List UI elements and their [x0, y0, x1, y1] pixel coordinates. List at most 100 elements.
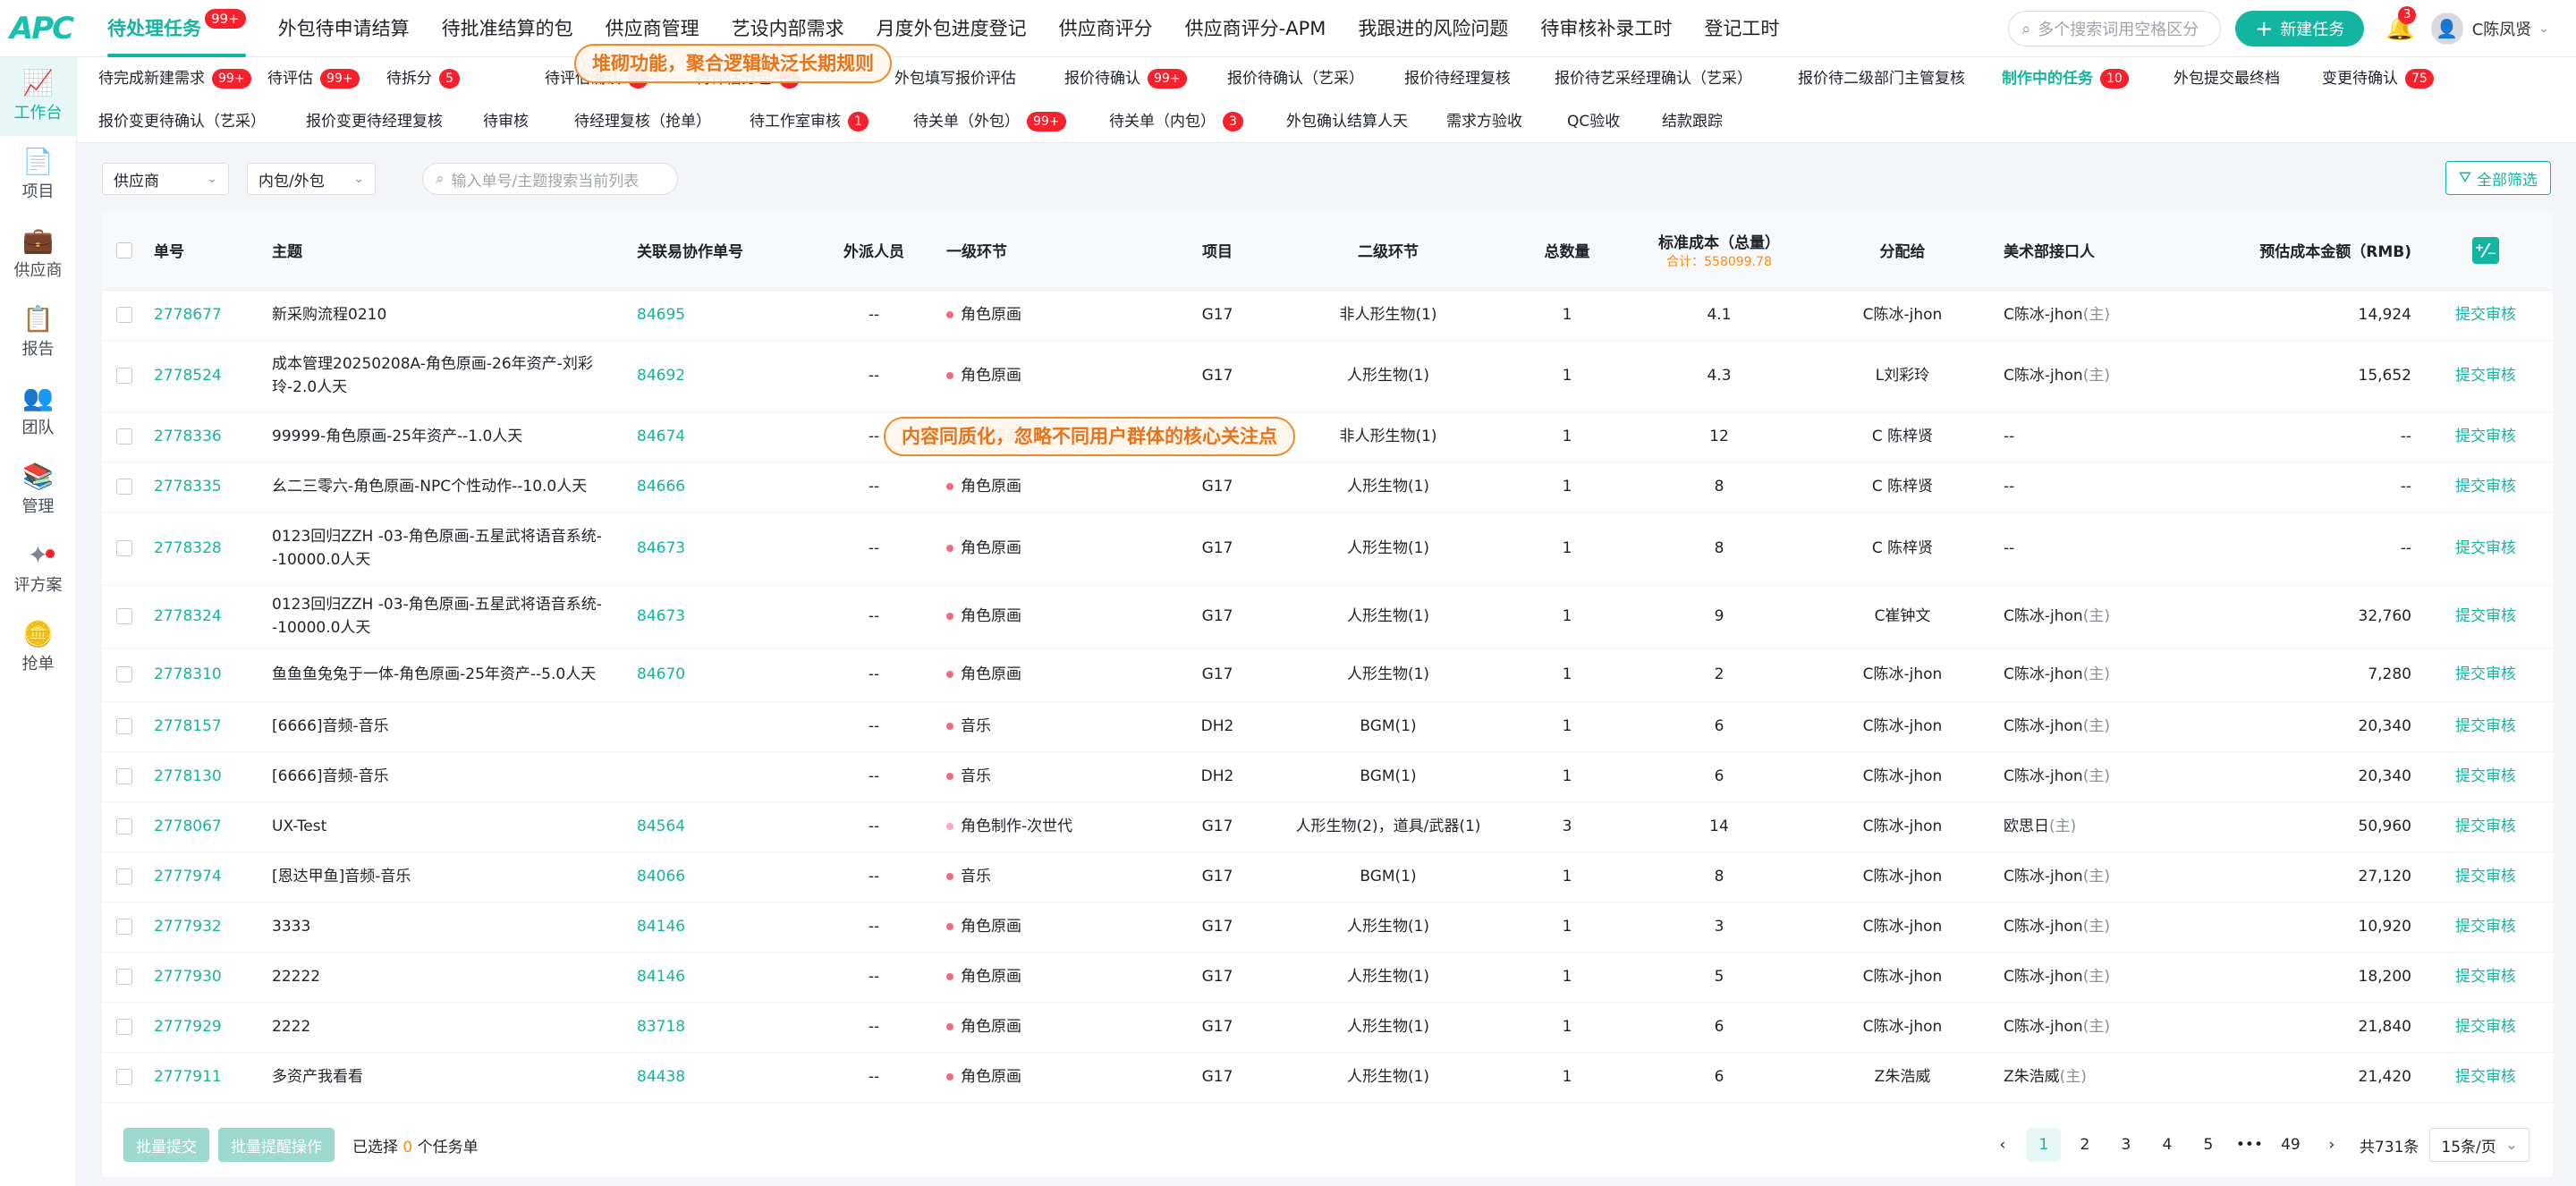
task-id-link[interactable]: 2777930 — [154, 968, 222, 986]
linked-ticket-link[interactable]: 84146 — [637, 968, 685, 986]
row-checkbox[interactable] — [116, 540, 132, 556]
subtab-item[interactable]: 制作中的任务 10 — [2002, 66, 2129, 91]
page-number[interactable]: ••• — [2233, 1128, 2267, 1162]
row-checkbox[interactable] — [116, 768, 132, 784]
subtab-item[interactable]: 待审核 — [483, 109, 529, 134]
task-id-link[interactable]: 2778336 — [154, 428, 222, 445]
table-row[interactable]: 2778324 0123回归ZZH -03-角色原画-五星武将语音系统--1000… — [102, 585, 2553, 648]
list-search-input[interactable]: ⌕ 输入单号/主题搜索当前列表 — [422, 163, 678, 195]
col-header[interactable]: 美术部接口人 — [1996, 211, 2211, 291]
submit-review-link[interactable]: 提交审核 — [2455, 868, 2516, 885]
submit-review-link[interactable]: 提交审核 — [2455, 607, 2516, 625]
table-row[interactable]: 2778310 鱼鱼鱼兔兔于一体-角色原画-25年资产--5.0人天 84670 --… — [102, 648, 2553, 702]
linked-ticket-link[interactable]: 84673 — [637, 539, 685, 557]
inout-select[interactable]: 内包/外包 ⌄ — [247, 163, 376, 195]
page-number[interactable]: 1 — [2026, 1128, 2061, 1162]
row-checkbox[interactable] — [116, 666, 132, 682]
task-id-link[interactable]: 2778324 — [154, 607, 222, 625]
submit-review-link[interactable]: 提交审核 — [2455, 478, 2516, 496]
submit-review-link[interactable]: 提交审核 — [2455, 1068, 2516, 1086]
notification-bell-icon[interactable]: 🔔 3 — [2385, 6, 2417, 42]
submit-review-link[interactable]: 提交审核 — [2455, 306, 2516, 324]
linked-ticket-link[interactable]: 84670 — [637, 665, 685, 683]
col-header[interactable]: 外派人员 — [809, 211, 939, 291]
topnav-item[interactable]: 外包待申请结算 — [262, 0, 426, 57]
row-checkbox[interactable] — [116, 1019, 132, 1035]
subtab-item[interactable]: 待工作室审核 1 — [750, 109, 869, 134]
col-header[interactable]: 预估成本金额（RMB) — [2211, 211, 2419, 291]
topnav-item[interactable]: 月度外包进度登记 — [860, 0, 1043, 57]
submit-review-link[interactable]: 提交审核 — [2455, 918, 2516, 936]
linked-ticket-link[interactable]: 84666 — [637, 478, 685, 496]
submit-review-link[interactable]: 提交审核 — [2455, 817, 2516, 835]
submit-review-link[interactable]: 提交审核 — [2455, 367, 2516, 385]
sidebar-item[interactable]: 🪙 抢单 — [0, 608, 76, 687]
row-checkbox[interactable] — [116, 307, 132, 323]
task-id-link[interactable]: 2778677 — [154, 306, 222, 324]
table-row[interactable]: 2778328 0123回归ZZH -03-角色原画-五星武将语音系统--1000… — [102, 512, 2553, 586]
subtab-item[interactable]: 报价待确认（艺采） — [1227, 66, 1364, 91]
task-id-link[interactable]: 2778524 — [154, 367, 222, 385]
linked-ticket-link[interactable]: 84673 — [637, 607, 685, 625]
subtab-item[interactable]: 外包填写报价评估 — [894, 66, 1016, 91]
sidebar-item[interactable]: 📈 工作台 — [0, 57, 76, 136]
subtab-item[interactable]: 结款跟踪 — [1662, 109, 1723, 134]
row-checkbox[interactable] — [116, 969, 132, 985]
table-row[interactable]: 2777932 3333 84146 -- 角色原画 G17 人形生物(1) 1 3 C陈冰-jh… — [102, 902, 2553, 953]
col-header[interactable]: 一级环节 — [939, 211, 1163, 291]
subtab-item[interactable]: 外包确认结算人天 — [1286, 109, 1408, 134]
submit-review-link[interactable]: 提交审核 — [2455, 767, 2516, 785]
task-id-link[interactable]: 2777929 — [154, 1018, 222, 1036]
col-header[interactable]: 分配给 — [1809, 211, 1996, 291]
table-row[interactable]: 277833699999-角色原画-25年资产--1.0人天84674--角色原… — [102, 411, 2553, 462]
select-all-checkbox[interactable] — [116, 241, 132, 258]
linked-ticket-link[interactable]: 84564 — [637, 817, 685, 835]
chevron-down-icon[interactable]: ⌄ — [2538, 21, 2549, 36]
linked-ticket-link[interactable]: 84066 — [637, 868, 685, 885]
linked-ticket-link[interactable]: 83718 — [637, 1018, 685, 1036]
app-logo[interactable]: APC — [0, 0, 82, 57]
table-row[interactable]: 2778677 新采购流程0210 84695 -- 角色原画 G17 非人形生物(1) 1 4… — [102, 290, 2553, 341]
subtab-item[interactable]: 待完成新建需求 99+ — [98, 66, 251, 91]
linked-ticket-link[interactable]: 84692 — [637, 367, 685, 385]
subtab-item[interactable]: 报价待确认 99+ — [1064, 66, 1187, 91]
row-checkbox[interactable] — [116, 479, 132, 495]
table-row[interactable]: 2777911 多资产我看看 84438 -- 角色原画 G17 人形生物(1) 1 6 Z朱浩威… — [102, 1052, 2553, 1103]
col-header[interactable]: 单号 — [147, 211, 265, 291]
table-row[interactable]: 2778335 幺二三零六-角色原画-NPC个性动作--10.0人天 84666 --… — [102, 462, 2553, 513]
topnav-item[interactable]: 待处理任务 99+ — [91, 0, 262, 57]
page-size-select[interactable]: 15条/页 ⌄ — [2429, 1128, 2529, 1162]
batch-reminder-button[interactable]: 批量提醒操作 — [218, 1128, 335, 1162]
task-id-link[interactable]: 2777911 — [154, 1068, 222, 1086]
new-task-button[interactable]: + 新建任务 — [2235, 11, 2365, 47]
subtab-item[interactable]: 报价变更待确认（艺采） — [98, 109, 266, 134]
page-number[interactable]: 5 — [2191, 1128, 2225, 1162]
table-row[interactable]: 2778130 [6666]音频-音乐 -- 音乐 DH2 BGM(1) 1 6 C陈冰-jho… — [102, 751, 2553, 802]
row-checkbox[interactable] — [116, 428, 132, 445]
page-number[interactable]: 49 — [2274, 1128, 2308, 1162]
prev-page-icon[interactable]: ‹ — [1986, 1128, 2020, 1162]
col-header[interactable]: 二级环节 — [1272, 211, 1504, 291]
supplier-select[interactable]: 供应商 ⌄ — [102, 163, 229, 195]
subtab-item[interactable]: QC验收 — [1567, 109, 1620, 134]
table-row[interactable]: 2778067 UX-Test 84564 -- 角色制作-次世代 G17 人形生物(2)，… — [102, 801, 2553, 852]
user-name[interactable]: C陈凤贤 — [2472, 17, 2532, 40]
column-settings-button[interactable]: ⁺⁄₋ — [2472, 236, 2499, 264]
col-header[interactable]: 关联易协作单号 — [630, 211, 809, 291]
table-row[interactable]: 2777974 [恩达甲鱼]音频-音乐 84066 -- 音乐 G17 BGM(1) 1 8 C陈… — [102, 851, 2553, 902]
col-header[interactable]: 项目 — [1163, 211, 1272, 291]
task-id-link[interactable]: 2778157 — [154, 717, 222, 735]
subtab-item[interactable]: 报价待艺采经理确认（艺采） — [1555, 66, 1752, 91]
row-checkbox[interactable] — [116, 919, 132, 935]
topnav-item[interactable]: 供应商评分-APM — [1169, 0, 1343, 57]
batch-submit-button[interactable]: 批量提交 — [123, 1128, 209, 1162]
sidebar-item[interactable]: 👥 团队 — [0, 372, 76, 451]
col-header-cost[interactable]: 标准成本（总量） 合计：558099.78 — [1630, 211, 1809, 291]
topnav-item[interactable]: 供应商评分 — [1043, 0, 1169, 57]
page-number[interactable]: 3 — [2109, 1128, 2143, 1162]
task-id-link[interactable]: 2777932 — [154, 918, 222, 936]
linked-ticket-link[interactable]: 84674 — [637, 428, 685, 445]
row-checkbox[interactable] — [116, 868, 132, 885]
sidebar-item[interactable]: 📚 管理 — [0, 451, 76, 529]
topnav-item[interactable]: 待批准结算的包 — [426, 0, 589, 57]
